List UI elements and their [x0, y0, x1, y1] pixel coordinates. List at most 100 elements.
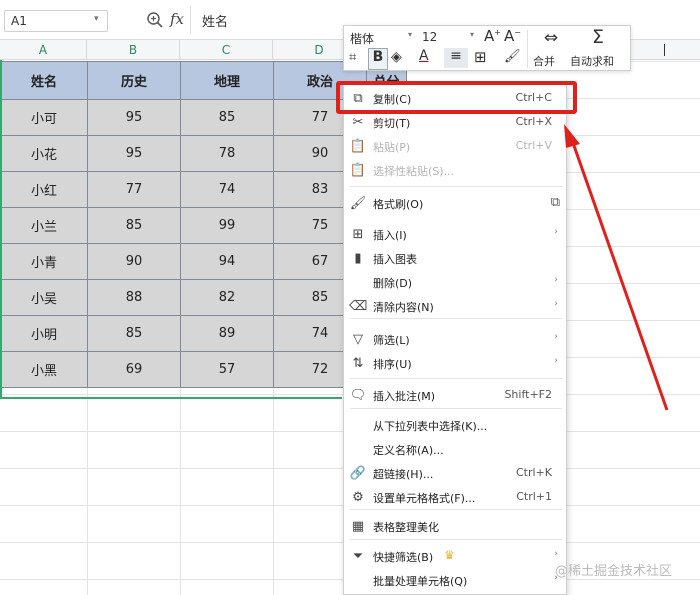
score-cell[interactable]: 82 — [180, 279, 274, 316]
menu-item[interactable]: 批量处理单元格(Q) › — [344, 569, 566, 593]
menu-item[interactable]: 📋 选择性粘贴(S)... — [344, 159, 566, 183]
score-cell[interactable]: 95 — [87, 99, 181, 136]
score-cell[interactable]: 94 — [180, 243, 274, 280]
merge-icon[interactable]: ⇔ — [536, 28, 566, 48]
header-cell[interactable]: 历史 — [87, 61, 181, 100]
bold-icon[interactable]: B — [368, 48, 388, 70]
menu-item[interactable]: 📋 粘贴(P) Ctrl+V — [344, 135, 566, 159]
score-cell[interactable]: 85 — [180, 99, 274, 136]
menu-item[interactable]: 🗨 插入批注(M) Shift+F2 — [344, 384, 566, 408]
score-cell[interactable]: 85 — [87, 315, 181, 352]
watermark: @稀土掘金技术社区 — [555, 564, 673, 579]
header-cell[interactable]: 地理 — [180, 61, 274, 100]
cell-format-icon: ⚙ — [352, 490, 364, 505]
format-painter-icon[interactable]: 🖌 — [504, 49, 521, 64]
align-icon[interactable]: ≡ — [444, 48, 468, 68]
menu-item-label: 插入批注(M) — [373, 390, 436, 403]
mini-toolbar: 楷体 ▾ 12 ▾ A+ A− ⌗ B ◈ A ≡ ⊞ 🖌 ⇔ 合并 Σ 自动求… — [343, 25, 631, 71]
menu-item-label: 筛选(L) — [373, 334, 410, 347]
menu-item[interactable]: ▦ 表格整理美化 — [344, 515, 566, 539]
name-cell[interactable]: 小可 — [0, 99, 88, 136]
name-cell[interactable]: 小青 — [0, 243, 88, 280]
select-icon[interactable]: ⌗ — [349, 50, 356, 65]
menu-item[interactable]: ▽ 筛选(L) › — [344, 328, 566, 352]
name-cell[interactable]: 小吴 — [0, 279, 88, 316]
font-size-select[interactable]: 12 — [422, 30, 437, 44]
score-cell[interactable]: 57 — [180, 351, 274, 388]
font-color-icon[interactable]: A — [419, 48, 429, 64]
menu-item[interactable]: ⌫ 清除内容(N) › — [344, 295, 566, 319]
crown-icon: ♛ — [444, 548, 455, 562]
score-cell[interactable]: 89 — [180, 315, 274, 352]
chevron-down-icon[interactable]: ▾ — [408, 30, 412, 39]
fx-icon[interactable]: fx — [170, 10, 184, 28]
name-cell[interactable]: 小花 — [0, 135, 88, 172]
score-cell[interactable]: 69 — [87, 351, 181, 388]
score-cell[interactable]: 77 — [87, 171, 181, 208]
font-family-select[interactable]: 楷体 — [350, 30, 374, 47]
format-painter-icon: 🖌 — [349, 196, 367, 211]
menu-item-shortcut: Ctrl+X — [515, 115, 552, 128]
menu-separator — [350, 408, 562, 409]
autosum-button[interactable]: 自动求和 — [570, 53, 614, 69]
chevron-down-icon[interactable]: ▾ — [470, 30, 474, 39]
link-icon: 🔗 — [349, 466, 367, 481]
merge-button[interactable]: 合并 — [533, 53, 555, 69]
zoom-icon[interactable] — [146, 11, 164, 29]
score-cell[interactable]: 78 — [180, 135, 274, 172]
score-cell[interactable]: 99 — [180, 207, 274, 244]
column-b-header[interactable]: B — [87, 40, 180, 60]
chart-icon: ▮ — [354, 251, 362, 266]
paste-special-icon: 📋 — [349, 163, 367, 178]
menu-item[interactable]: ⚙ 设置单元格格式(F)... Ctrl+1 — [344, 486, 566, 510]
table-beautify-icon: ▦ — [351, 519, 365, 534]
decrease-font-icon[interactable]: A− — [504, 27, 521, 45]
highlight-box — [336, 81, 577, 114]
border-icon[interactable]: ⊞ — [474, 48, 487, 66]
menu-item[interactable]: 从下拉列表中选择(K)... — [344, 414, 566, 438]
fill-color-icon[interactable]: ◈ — [391, 49, 402, 65]
menu-item[interactable]: 删除(D) › — [344, 271, 566, 295]
menu-item-label: 清除内容(N) — [373, 301, 434, 314]
score-cell[interactable]: 74 — [180, 171, 274, 208]
name-box[interactable]: A1 — [4, 10, 108, 32]
menu-item-label: 删除(D) — [373, 277, 413, 290]
menu-separator — [350, 509, 562, 510]
menu-item-label: 批量处理单元格(Q) — [373, 575, 468, 588]
selection-border — [0, 397, 342, 399]
name-cell[interactable]: 小明 — [0, 315, 88, 352]
menu-item[interactable]: ✂ 剪切(T) Ctrl+X — [344, 111, 566, 135]
column-c-header[interactable]: C — [180, 40, 273, 60]
score-cell[interactable]: 90 — [87, 243, 181, 280]
menu-item[interactable]: ▮ 插入图表 — [344, 247, 566, 271]
score-cell[interactable]: 85 — [87, 207, 181, 244]
menu-item-shortcut: Ctrl+K — [515, 466, 552, 479]
formula-input[interactable]: 姓名 — [202, 11, 228, 30]
menu-item-label: 定义名称(A)... — [373, 444, 444, 457]
menu-separator — [350, 318, 562, 319]
menu-item[interactable]: ⏷ 快捷筛选(B) › ♛ — [344, 545, 566, 569]
chevron-down-icon[interactable]: ▾ — [94, 14, 99, 24]
score-cell[interactable]: 95 — [87, 135, 181, 172]
name-cell[interactable]: 小兰 — [0, 207, 88, 244]
menu-separator — [350, 539, 562, 540]
menu-item-label: 选择性粘贴(S)... — [373, 165, 455, 178]
name-cell[interactable]: 小红 — [0, 171, 88, 208]
sigma-icon[interactable]: Σ — [586, 26, 610, 48]
header-cell[interactable]: 姓名 — [0, 61, 88, 100]
menu-item[interactable]: ⊞ 插入(I) › — [344, 223, 566, 247]
chevron-right-icon: › — [554, 549, 558, 559]
menu-item[interactable]: 🔗 超链接(H)... Ctrl+K — [344, 462, 566, 486]
menu-item[interactable]: ⇅ 排序(U) › — [344, 352, 566, 376]
name-cell[interactable]: 小黑 — [0, 351, 88, 388]
menu-item[interactable]: 定义名称(A)... — [344, 438, 566, 462]
column-a-header[interactable]: A — [0, 40, 87, 60]
increase-font-icon[interactable]: A+ — [484, 27, 501, 45]
menu-item-label: 表格整理美化 — [373, 521, 439, 534]
menu-item[interactable]: 🖌 格式刷(O) ⧉ — [344, 192, 566, 216]
menu-item-label: 设置单元格格式(F)... — [373, 492, 476, 505]
score-cell[interactable]: 88 — [87, 279, 181, 316]
menu-item-label: 排序(U) — [373, 358, 412, 371]
selection-border — [0, 60, 2, 399]
eraser-icon: ⌫ — [349, 299, 368, 314]
